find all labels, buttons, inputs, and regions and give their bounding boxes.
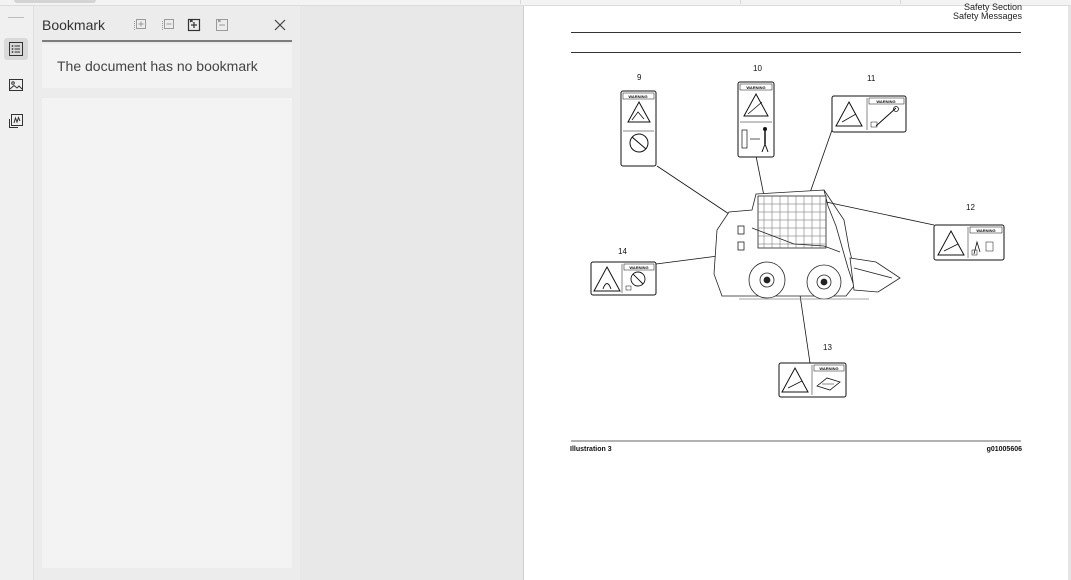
safety-illustration: WARNING WARNING WARNING WARNING WARNING WARNI… [571, 81, 1021, 442]
panel-title: Bookmark [42, 17, 106, 33]
expand-all-button[interactable] [132, 17, 148, 33]
bookmark-panel-header: Bookmark [42, 14, 292, 42]
warning-sign-9 [620, 90, 657, 167]
document-tab[interactable] [14, 0, 96, 3]
skid-steer-loader-drawing [713, 189, 901, 300]
bookmark-panel: Bookmark The document has no bookmark [34, 6, 300, 580]
close-panel-button[interactable] [272, 17, 288, 33]
close-icon [274, 19, 286, 31]
bookmark-empty-card: The document has no bookmark [42, 44, 292, 88]
delete-bookmark-button[interactable] [214, 17, 230, 33]
collapse-all-button[interactable] [160, 17, 176, 33]
illustration-caption: Illustration 3 [570, 446, 612, 453]
sign-header-text: WARNING [746, 85, 765, 90]
warning-sign-10 [737, 81, 775, 158]
sign-header-text: WARNING [629, 265, 648, 270]
signature-icon [9, 114, 23, 128]
expand-all-icon [134, 19, 146, 31]
image-thumbnail-icon [9, 79, 23, 91]
toolbar-divider [900, 0, 901, 4]
page-right-margin [1042, 6, 1071, 580]
collapse-all-icon [162, 19, 174, 31]
signature-button[interactable] [4, 110, 28, 132]
illustration-code: g01005606 [986, 446, 1022, 453]
empty-bookmark-message: The document has no bookmark [57, 58, 258, 74]
page-gutter [300, 6, 522, 580]
document-page[interactable]: Safety Section Safety Messages 9 10 11 1… [523, 2, 1043, 580]
add-bookmark-icon [187, 18, 201, 32]
add-bookmark-button[interactable] [186, 17, 202, 33]
sign-header-text: WARNING [628, 94, 647, 99]
toolbar-divider [740, 0, 741, 4]
sign-header-text: WARNING [976, 228, 995, 233]
left-tool-rail [0, 6, 34, 580]
delete-bookmark-icon [216, 19, 228, 31]
image-thumbnail-button[interactable] [4, 74, 28, 96]
bookmark-list-area[interactable] [42, 98, 292, 568]
toolbar-divider [520, 0, 521, 4]
sign-header-text: WARNING [819, 366, 838, 371]
bookmark-list-button[interactable] [4, 38, 28, 60]
sign-header-text: WARNING [876, 99, 895, 104]
rail-grip [8, 17, 24, 18]
bookmark-list-icon [9, 42, 23, 56]
